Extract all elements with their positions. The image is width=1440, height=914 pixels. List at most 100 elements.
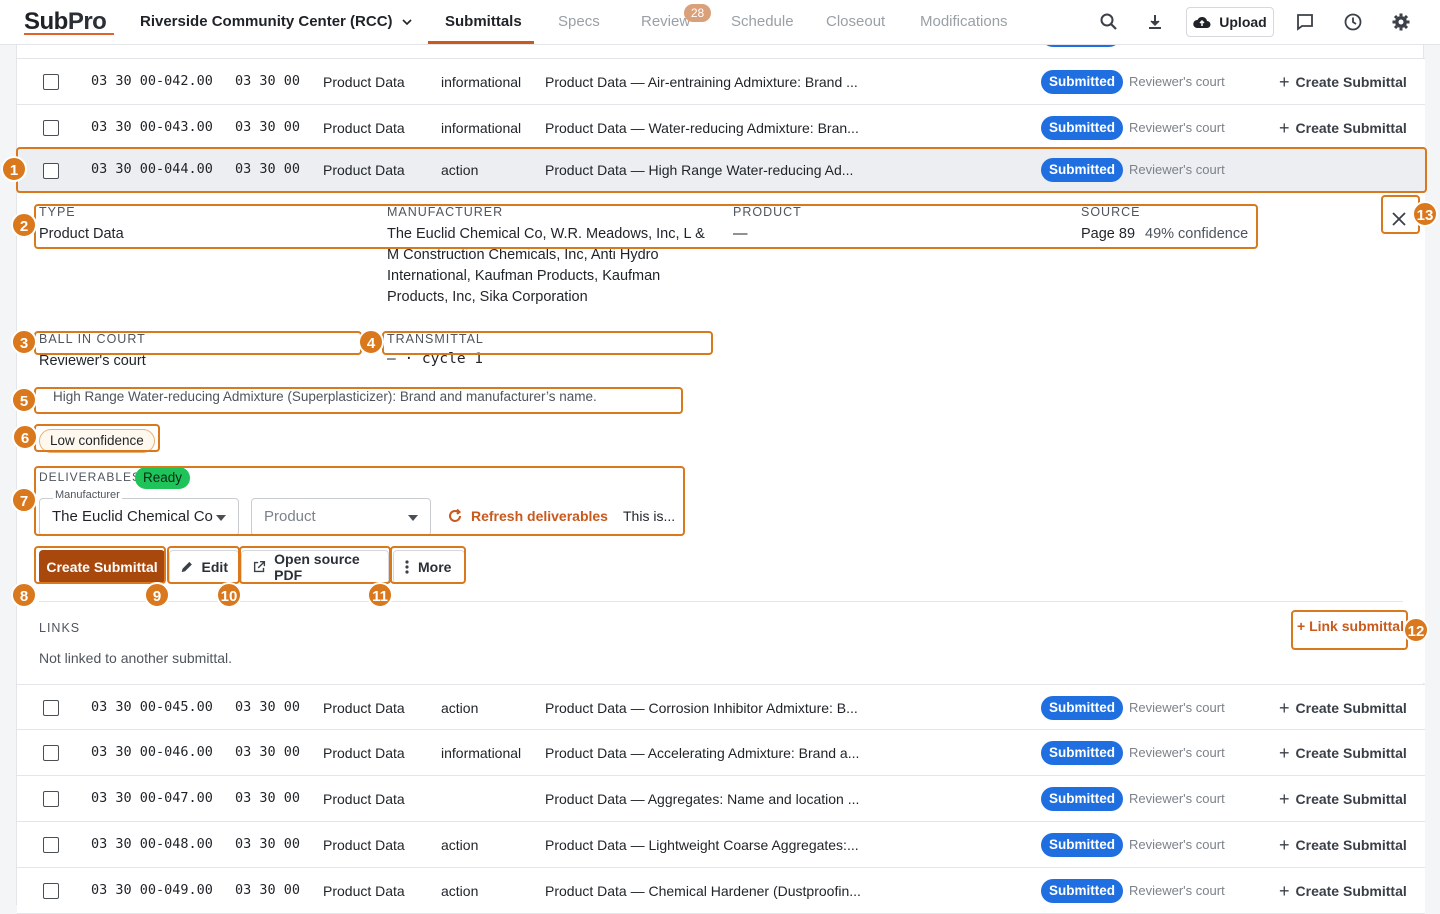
tab-closeout[interactable]: Closeout: [826, 13, 885, 30]
edit-button[interactable]: Edit: [169, 550, 239, 584]
close-icon[interactable]: [1385, 205, 1413, 233]
history-icon[interactable]: [1343, 12, 1363, 32]
spec-section: 03 30 00: [235, 73, 301, 89]
plus-icon: +: [1279, 118, 1290, 138]
submittals-table: 03 30 00-042.00 03 30 00 Product Data in…: [16, 33, 1425, 914]
tab-submittals[interactable]: Submittals: [445, 13, 522, 30]
spec-section: 03 30 00: [235, 699, 301, 715]
create-submittal-link[interactable]: + Create Submittal: [1279, 118, 1407, 138]
table-row[interactable]: 03 30 00-046.00 03 30 00 Product Data in…: [17, 730, 1425, 776]
row-checkbox[interactable]: [43, 74, 59, 90]
settings-icon[interactable]: [1391, 12, 1411, 32]
manufacturer-selected-value: The Euclid Chemical Co: [52, 508, 213, 525]
status-badge: Submitted: [1041, 833, 1123, 857]
product-value: —: [733, 226, 748, 242]
plus-icon: +: [1279, 72, 1290, 92]
source-page[interactable]: Page 89: [1081, 226, 1135, 242]
status-badge: Submitted: [1041, 116, 1123, 140]
spec-section: 03 30 00: [235, 119, 301, 135]
table-row-selected[interactable]: 03 30 00-044.00 03 30 00 Product Data ac…: [17, 149, 1425, 193]
status-badge: Submitted: [1041, 787, 1123, 811]
create-submittal-link[interactable]: + Create Submittal: [1279, 881, 1407, 901]
submittal-title[interactable]: Product Data — Air-entraining Admixture:…: [545, 74, 858, 90]
create-submittal-link[interactable]: + Create Submittal: [1279, 72, 1407, 92]
table-row[interactable]: 03 30 00-043.00 03 30 00 Product Data in…: [17, 105, 1425, 151]
submittal-class: informational: [441, 74, 522, 90]
row-checkbox[interactable]: [43, 791, 59, 807]
table-row[interactable]: 03 30 00-048.00 03 30 00 Product Data ac…: [17, 822, 1425, 868]
scrolled-row-fragment: [17, 33, 1425, 59]
more-button[interactable]: More: [393, 550, 465, 584]
upload-button[interactable]: Upload: [1186, 7, 1274, 37]
create-submittal-button[interactable]: Create Submittal: [39, 550, 165, 584]
tab-modifications[interactable]: Modifications: [920, 13, 1008, 30]
plus-icon: +: [1279, 743, 1290, 763]
download-icon[interactable]: [1145, 12, 1165, 32]
row-checkbox[interactable]: [43, 837, 59, 853]
active-tab-indicator: [428, 41, 534, 44]
project-selector[interactable]: Riverside Community Center (RCC): [140, 13, 413, 30]
external-link-icon: [253, 560, 266, 573]
table-row[interactable]: 03 30 00-049.00 03 30 00 Product Data ac…: [17, 868, 1425, 914]
status-badge: Submitted: [1041, 741, 1123, 765]
annotation-marker: 10: [216, 582, 242, 608]
submittal-class: informational: [441, 745, 522, 761]
source-label: SOURCE: [1081, 205, 1141, 219]
refresh-deliverables-button[interactable]: Refresh deliverables: [447, 508, 608, 524]
submittal-id: 03 30 00-046.00: [91, 744, 213, 760]
table-row[interactable]: 03 30 00-045.00 03 30 00 Product Data ac…: [17, 684, 1425, 730]
product-select[interactable]: Product: [251, 498, 431, 536]
tab-review[interactable]: Review: [641, 13, 690, 30]
ball-in-court: Reviewer's court: [1129, 883, 1225, 898]
plus-icon: +: [1279, 881, 1290, 901]
create-submittal-link[interactable]: + Create Submittal: [1279, 699, 1407, 717]
row-checkbox[interactable]: [43, 163, 59, 179]
row-checkbox[interactable]: [43, 883, 59, 899]
submittal-type: Product Data: [323, 745, 405, 761]
table-row[interactable]: 03 30 00-047.00 03 30 00 Product Data Pr…: [17, 776, 1425, 822]
submittal-title[interactable]: Product Data — Corrosion Inhibitor Admix…: [545, 700, 858, 716]
submittal-class: action: [441, 883, 479, 899]
submittal-title[interactable]: Product Data — Accelerating Admixture: B…: [545, 745, 859, 761]
annotation-marker: 3: [11, 329, 37, 355]
create-submittal-link[interactable]: + Create Submittal: [1279, 836, 1407, 854]
submittal-title[interactable]: Product Data — Chemical Hardener (Dustpr…: [545, 883, 861, 899]
submittal-id: 03 30 00-049.00: [91, 882, 213, 898]
create-submittal-link[interactable]: + Create Submittal: [1279, 743, 1407, 763]
ball-in-court: Reviewer's court: [1129, 162, 1225, 177]
tab-specs[interactable]: Specs: [558, 13, 600, 30]
search-icon[interactable]: [1099, 12, 1119, 32]
type-label: TYPE: [39, 205, 76, 219]
submittal-type: Product Data: [323, 74, 405, 90]
spec-section: 03 30 00: [235, 161, 301, 177]
create-label: Create Submittal: [1295, 883, 1407, 899]
submittal-title[interactable]: Product Data — Aggregates: Name and loca…: [545, 791, 859, 807]
annotation-marker: 6: [12, 424, 38, 450]
submittal-title[interactable]: Product Data — Lightweight Coarse Aggreg…: [545, 837, 859, 853]
submittal-class: informational: [441, 120, 522, 136]
submittal-title[interactable]: Product Data — Water-reducing Admixture:…: [545, 120, 859, 136]
comment-icon[interactable]: [1295, 12, 1315, 32]
more-vertical-icon: [405, 560, 409, 574]
app-logo[interactable]: SubPro: [24, 8, 107, 36]
logo-text-pro: Pro: [67, 8, 107, 35]
row-checkbox[interactable]: [43, 745, 59, 761]
table-row[interactable]: 03 30 00-042.00 03 30 00 Product Data in…: [17, 59, 1425, 105]
spec-description: High Range Water-reducing Admixture (Sup…: [53, 389, 597, 404]
ball-in-court: Reviewer's court: [1129, 74, 1225, 89]
submittal-title[interactable]: Product Data — High Range Water-reducing…: [545, 162, 853, 178]
submittal-type: Product Data: [323, 883, 405, 899]
row-checkbox[interactable]: [43, 120, 59, 136]
annotation-marker: 1: [1, 156, 27, 182]
submittal-class: action: [441, 700, 479, 716]
row-checkbox[interactable]: [43, 700, 59, 716]
open-source-pdf-button[interactable]: Open source PDF: [241, 550, 389, 584]
create-submittal-link[interactable]: + Create Submittal: [1279, 790, 1407, 808]
manufacturer-select[interactable]: The Euclid Chemical Co: [39, 498, 239, 536]
upload-label: Upload: [1219, 14, 1267, 30]
section-divider: [39, 601, 1403, 602]
submittal-class: action: [441, 837, 479, 853]
create-label: Create Submittal: [1295, 120, 1407, 136]
link-submittal-button[interactable]: + Link submittal: [1297, 618, 1404, 634]
tab-schedule[interactable]: Schedule: [731, 13, 794, 30]
